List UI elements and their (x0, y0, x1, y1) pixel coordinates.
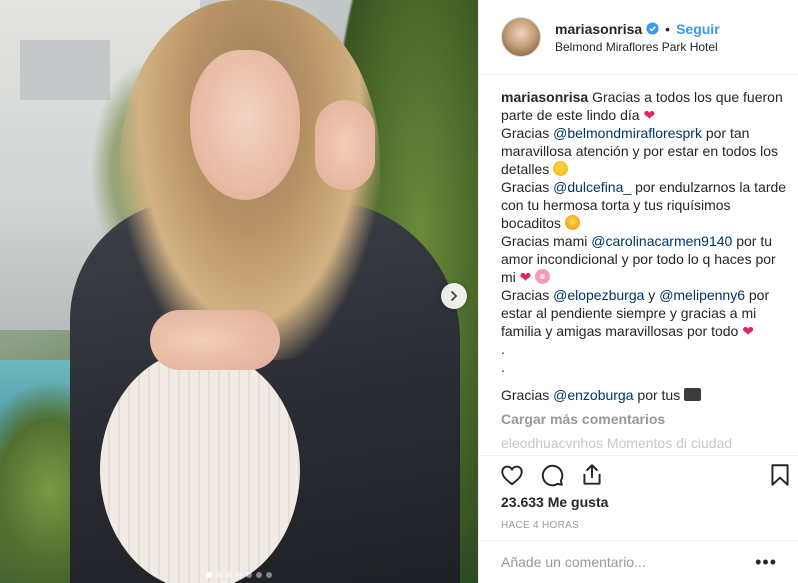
post-side-panel: mariasonrisa • Seguir Belmond Miraflores… (478, 0, 798, 583)
woman-hand (315, 100, 375, 190)
mention-link[interactable]: @belmondmirafloresprk (553, 125, 702, 141)
avatar[interactable] (501, 17, 541, 57)
mention-link[interactable]: @elopezburga (553, 287, 644, 303)
carousel-dot (246, 572, 252, 578)
load-more-comments-button[interactable]: Cargar más comentarios (501, 410, 791, 428)
post-timestamp: HACE 4 HORAS (501, 520, 580, 531)
carousel-dot (236, 572, 242, 578)
caption-text: y (648, 287, 656, 303)
verified-badge-icon (646, 22, 659, 35)
mention-link[interactable]: @enzoburga (553, 387, 633, 403)
mention-link[interactable]: @melipenny6 (659, 287, 745, 303)
follow-button[interactable]: Seguir (676, 21, 720, 37)
caption-dot: . (501, 341, 505, 357)
red-heart-emoji: ❤ (742, 323, 754, 339)
bookmark-icon[interactable] (767, 462, 793, 488)
carousel-dot (266, 572, 272, 578)
woman-hand (150, 310, 280, 370)
smile-emoji (553, 161, 569, 176)
red-heart-emoji: ❤ (643, 107, 656, 123)
red-heart-emoji: ❤ (519, 269, 532, 285)
caption-text: Gracias (501, 287, 550, 303)
caption-text: Gracias mami (501, 233, 588, 249)
location-link[interactable]: Belmond Miraflores Park Hotel (555, 40, 720, 54)
caption-text: por tus (637, 387, 681, 403)
caption: mariasonrisa Gracias a todos los que fue… (501, 88, 791, 404)
partial-comment: eleodhuacvnhos Momentos di ciudad (501, 435, 733, 451)
comments-section: mariasonrisa Gracias a todos los que fue… (501, 88, 791, 456)
carousel-dot (226, 572, 232, 578)
caption-dot: . (501, 359, 505, 375)
caption-username-link[interactable]: mariasonrisa (501, 89, 588, 105)
action-bar (479, 455, 798, 493)
like-heart-icon[interactable] (499, 462, 525, 488)
more-options-button[interactable]: ••• (755, 552, 777, 573)
camera-emoji (684, 388, 702, 401)
carousel-dot (216, 572, 222, 578)
username-link[interactable]: mariasonrisa (555, 21, 642, 37)
post-photo[interactable] (0, 0, 478, 583)
comment-form: ••• (479, 540, 798, 583)
comment-icon[interactable] (539, 462, 565, 488)
post-header: mariasonrisa • Seguir Belmond Miraflores… (479, 0, 798, 75)
carousel-dot (206, 572, 212, 578)
carousel-dot (256, 572, 262, 578)
mention-link[interactable]: @carolinacarmen9140 (591, 233, 732, 249)
star-eyes-emoji (564, 215, 580, 230)
woman-dress (100, 350, 300, 583)
caption-text: Gracias (501, 387, 550, 403)
share-icon[interactable] (579, 462, 605, 488)
likes-count[interactable]: 23.633 Me gusta (501, 494, 608, 510)
caption-text: Gracias (501, 125, 550, 141)
woman-face (190, 50, 300, 200)
next-arrow-icon (451, 291, 458, 301)
mention-link[interactable]: @dulcefina_ (553, 179, 631, 195)
separator: • (665, 20, 671, 37)
flower-emoji (535, 269, 551, 284)
comment-input[interactable] (501, 554, 756, 570)
caption-text: Gracias (501, 179, 550, 195)
carousel-next-button[interactable] (441, 283, 467, 309)
carousel-indicator (0, 572, 478, 578)
